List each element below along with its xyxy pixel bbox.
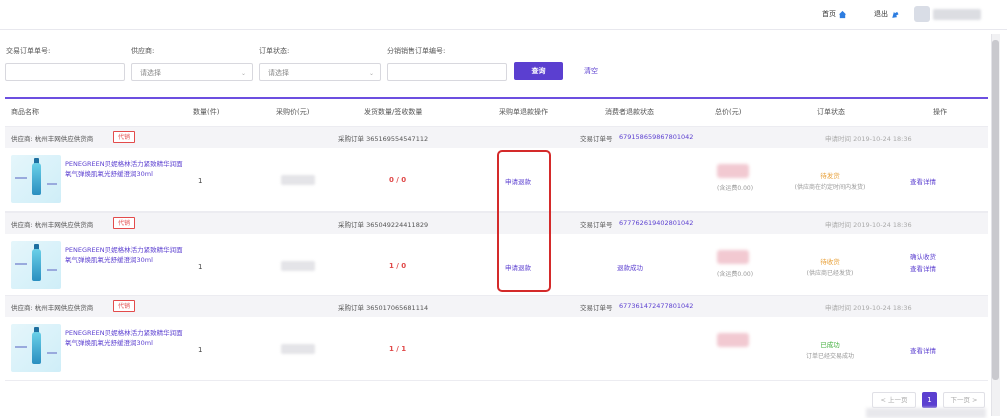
product-name-link[interactable]: PENEGREEN贝妮格林活力紧致精华润面氧气弹焕肌氧光舒缓澄润30ml — [65, 328, 185, 348]
logout-label: 退出 — [874, 10, 888, 18]
consignment-tag: 代销 — [113, 300, 136, 312]
consignment-tag: 代销 — [113, 131, 136, 143]
clear-button[interactable]: 清空 — [584, 66, 598, 76]
col-header-refund-action: 采购单退款操作 — [499, 108, 548, 116]
order-status-note: 订单已经交易成功 — [805, 353, 854, 360]
order-no-input[interactable] — [5, 63, 125, 81]
dist-order-input[interactable] — [387, 63, 507, 81]
annotation-highlight-box — [497, 150, 551, 292]
purchase-price-redacted — [281, 261, 315, 271]
total-price-redacted — [717, 250, 749, 264]
table-header: 商品名称 数量(件) 采购价(元) 发货数量/签收数量 采购单退款操作 消费者退… — [5, 97, 988, 125]
view-details-link[interactable]: 查看详情 — [910, 345, 936, 355]
logout-link[interactable]: 退出 — [874, 9, 899, 19]
order-status-note: (供应商已经发货) — [806, 270, 854, 277]
col-header-ops: 操作 — [933, 108, 947, 116]
consumer-refund-status: 退款成功 — [617, 264, 643, 272]
chevron-down-icon: ⌄ — [368, 70, 374, 77]
prev-page-button[interactable]: < 上一页 — [872, 392, 916, 408]
scrollbar-thumb[interactable] — [992, 40, 999, 380]
query-button[interactable]: 查询 — [514, 62, 563, 80]
avatar[interactable] — [914, 6, 930, 22]
home-icon — [838, 10, 847, 18]
status-select-value: 请选择 — [268, 69, 289, 77]
purchase-order-no: 采购订单 365169554547112 — [338, 135, 429, 143]
trade-order-link[interactable]: 679158659867801042 — [619, 133, 693, 141]
col-header-total: 总价(元) — [715, 108, 742, 116]
order-group-header: 供应商: 杭州丰网供应供货商 代销 采购订单 365017065681114 交… — [5, 295, 988, 317]
order-status-note: (供应商在约定时间内发货) — [794, 184, 866, 191]
trade-order-label: 交易订单号 — [580, 135, 613, 143]
supplier-select-value: 请选择 — [140, 69, 161, 77]
total-price-redacted — [717, 164, 749, 178]
order-status: 待发货 — [820, 172, 840, 180]
shipping-fee: (含运费0.00) — [717, 271, 754, 278]
next-page-button[interactable]: 下一页 > — [943, 392, 985, 408]
apply-time: 申请时间 2019-10-24 18:36 — [825, 304, 912, 312]
view-details-link[interactable]: 查看详情 — [910, 263, 936, 273]
dist-order-label: 分销销售订单编号: — [387, 47, 446, 55]
product-image[interactable] — [11, 241, 61, 289]
user-name-redacted — [933, 9, 981, 20]
watermark — [866, 408, 986, 418]
supplier-label: 供应商: — [131, 47, 155, 55]
purchase-order-no: 采购订单 365017065681114 — [338, 304, 429, 312]
home-link[interactable]: 首页 — [822, 9, 847, 19]
shipping-fee: (含运费0.00) — [717, 185, 754, 192]
ship-sign-ratio: 0 / 0 — [389, 176, 407, 184]
ship-sign-ratio: 1 / 1 — [389, 345, 407, 353]
consignment-tag: 代销 — [113, 217, 136, 229]
col-header-order-status: 订单状态 — [817, 108, 845, 116]
col-header-price: 采购价(元) — [276, 108, 310, 116]
top-bar: 首页 退出 — [0, 0, 1007, 30]
ship-sign-ratio: 1 / 0 — [389, 262, 407, 270]
purchase-price-redacted — [281, 344, 315, 354]
page-current[interactable]: 1 — [922, 392, 937, 408]
col-header-qty: 数量(件) — [193, 108, 220, 116]
apply-time: 申请时间 2019-10-24 18:36 — [825, 135, 912, 143]
logout-icon — [892, 11, 899, 18]
quantity: 1 — [198, 177, 203, 185]
quantity: 1 — [198, 263, 203, 271]
product-name-link[interactable]: PENEGREEN贝妮格林活力紧致精华润面氧气弹焕肌氧光舒缓澄润30ml — [65, 159, 185, 179]
supplier-name: 供应商: 杭州丰网供应供货商 — [11, 135, 94, 143]
col-header-ship-sign: 发货数量/签收数量 — [364, 108, 423, 116]
order-no-label: 交易订单单号: — [6, 47, 51, 55]
quantity: 1 — [198, 346, 203, 354]
trade-order-label: 交易订单号 — [580, 221, 613, 229]
trade-order-link[interactable]: 677361472477801042 — [619, 302, 693, 310]
supplier-name: 供应商: 杭州丰网供应供货商 — [11, 221, 94, 229]
order-row: PENEGREEN贝妮格林活力紧致精华润面氧气弹焕肌氧光舒缓澄润30ml 1 1… — [5, 317, 988, 381]
chevron-down-icon: ⌄ — [240, 70, 246, 77]
status-label: 订单状态: — [259, 47, 290, 55]
order-status: 待收货 — [820, 258, 840, 266]
order-group-header: 供应商: 杭州丰网供应供货商 代销 采购订单 365169554547112 交… — [5, 126, 988, 148]
trade-order-label: 交易订单号 — [580, 304, 613, 312]
view-details-link[interactable]: 查看详情 — [910, 176, 936, 186]
confirm-receipt-link[interactable]: 确认收货 — [910, 251, 936, 261]
col-header-refund-status: 消费者退款状态 — [605, 108, 654, 116]
product-name-link[interactable]: PENEGREEN贝妮格林活力紧致精华润面氧气弹焕肌氧光舒缓澄润30ml — [65, 245, 185, 265]
col-header-product: 商品名称 — [11, 108, 39, 116]
supplier-select[interactable]: 请选择 ⌄ — [131, 63, 253, 81]
supplier-name: 供应商: 杭州丰网供应供货商 — [11, 304, 94, 312]
status-select[interactable]: 请选择 ⌄ — [259, 63, 381, 81]
apply-time: 申请时间 2019-10-24 18:36 — [825, 221, 912, 229]
product-image[interactable] — [11, 155, 61, 203]
trade-order-link[interactable]: 677762619402801042 — [619, 219, 693, 227]
purchase-price-redacted — [281, 175, 315, 185]
product-image[interactable] — [11, 324, 61, 372]
home-label: 首页 — [822, 10, 836, 18]
order-status: 已成功 — [820, 341, 840, 349]
purchase-order-no: 采购订单 365049224411829 — [338, 221, 429, 229]
total-price-redacted — [717, 333, 749, 347]
